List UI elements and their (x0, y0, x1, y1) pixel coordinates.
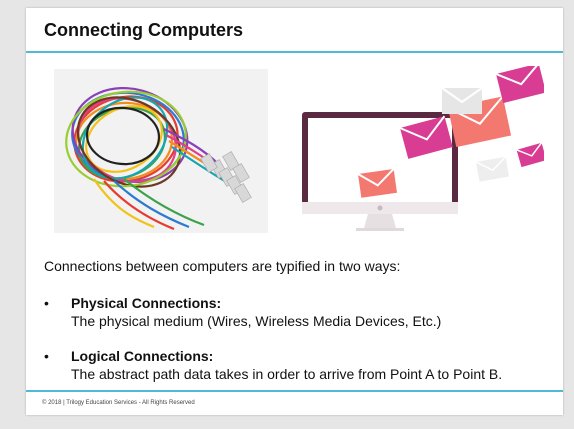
slide: Connecting Computers Connections between… (26, 8, 563, 415)
bullet-marker: • (44, 295, 49, 311)
cables-image (54, 69, 268, 233)
monitor-envelopes-image (296, 62, 547, 236)
bullet-description: The physical medium (Wires, Wireless Med… (71, 313, 442, 329)
intro-text: Connections between computers are typifi… (44, 258, 401, 274)
bullet-heading: Logical Connections: (71, 348, 214, 364)
cables-illustration (54, 69, 268, 233)
bullet-heading: Physical Connections: (71, 295, 222, 311)
slide-title: Connecting Computers (44, 20, 244, 40)
title-divider (26, 51, 563, 53)
footer-divider (26, 390, 563, 392)
bullet-description: The abstract path data takes in order to… (71, 366, 503, 382)
monitor-envelopes-illustration (302, 62, 547, 231)
footer-copyright: © 2018 | Trilogy Education Services - Al… (42, 400, 195, 406)
bullet-marker: • (44, 348, 49, 364)
